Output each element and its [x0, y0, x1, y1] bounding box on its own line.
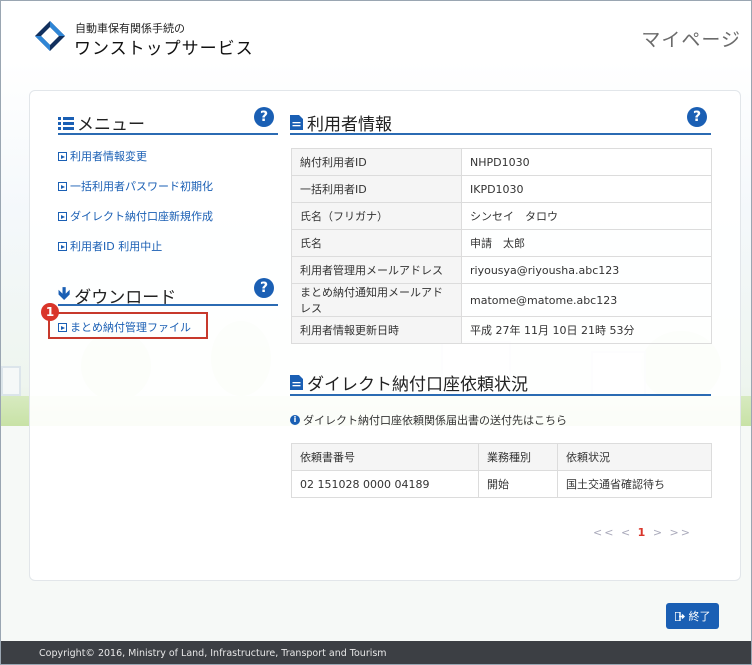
field-value: IKPD1030 — [461, 175, 712, 203]
pager-next[interactable]: > — [653, 526, 664, 539]
menu-item-label: ダイレクト納付口座新規作成 — [70, 210, 213, 223]
user-info-table: 納付利用者ID NHPD1030 一括利用者ID IKPD1030 氏名（フリガナ） シン… — [291, 148, 712, 344]
direct-status-table: 依頼書番号 業務種別 依頼状況 02 151028 0000 04189 開始 … — [291, 443, 712, 498]
table-row: 一括利用者ID IKPD1030 — [291, 175, 712, 203]
request-number-cell: 02 151028 0000 04189 — [291, 470, 479, 498]
direct-notice-link[interactable]: i ダイレクト納付口座依頼関係届出書の送付先はこちら — [290, 412, 567, 428]
request-status-cell: 国土交通省確認待ち — [557, 470, 712, 498]
pagination: << < 1 > >> — [593, 526, 692, 539]
direct-title: ダイレクト納付口座依頼状況 — [290, 370, 528, 395]
menu-item-direct-account-create[interactable]: ダイレクト納付口座新規作成 — [58, 208, 213, 224]
user-info-title-label: 利用者情報 — [307, 115, 392, 135]
column-header: 依頼状況 — [557, 443, 712, 471]
logo-icon — [35, 21, 65, 51]
exit-button[interactable]: 終了 — [666, 603, 719, 629]
column-header: 業務種別 — [478, 443, 558, 471]
menu-title: メニュー — [58, 110, 145, 135]
field-label: 一括利用者ID — [291, 175, 462, 203]
direct-divider — [290, 394, 711, 396]
user-info-help-icon[interactable]: ? — [687, 107, 707, 127]
field-value: 申請 太郎 — [461, 229, 712, 257]
menu-item-label: 利用者ID 利用中止 — [70, 240, 163, 253]
step-badge: 1 — [41, 303, 59, 321]
menu-help-icon[interactable]: ? — [254, 107, 274, 127]
column-header: 依頼書番号 — [291, 443, 479, 471]
direct-notice-text: ダイレクト納付口座依頼関係届出書の送付先はこちら — [303, 414, 567, 427]
field-label: 利用者管理用メールアドレス — [291, 256, 462, 284]
document-icon — [290, 375, 303, 390]
arrow-box-icon — [58, 211, 67, 221]
table-header-row: 依頼書番号 業務種別 依頼状況 — [291, 443, 712, 471]
menu-title-label: メニュー — [77, 115, 145, 135]
exit-icon — [674, 611, 685, 621]
field-value: riyousya@riyousha.abc123 — [461, 256, 712, 284]
direct-title-label: ダイレクト納付口座依頼状況 — [307, 375, 528, 395]
table-row: まとめ納付通知用メールアドレス matome@matome.abc123 — [291, 283, 712, 317]
pager-first[interactable]: << — [593, 526, 615, 539]
user-info-divider — [290, 133, 711, 135]
arrow-box-icon — [58, 241, 67, 251]
table-row: 納付利用者ID NHPD1030 — [291, 148, 712, 176]
menu-item-user-id-stop[interactable]: 利用者ID 利用中止 — [58, 238, 162, 254]
exit-button-label: 終了 — [688, 610, 711, 623]
pager-current[interactable]: 1 — [638, 526, 648, 539]
field-value: NHPD1030 — [461, 148, 712, 176]
footer-copyright: Copyright© 2016, Ministry of Land, Infra… — [1, 641, 751, 664]
window-frame: 自動車保有関係手続の ワンストップサービス マイページ メニュー ? 利用者情報… — [0, 0, 752, 665]
table-row: 02 151028 0000 04189 開始 国土交通省確認待ち — [291, 470, 712, 498]
field-value: matome@matome.abc123 — [461, 283, 712, 317]
table-row: 利用者管理用メールアドレス riyousya@riyousha.abc123 — [291, 256, 712, 284]
arrow-box-icon — [58, 151, 67, 161]
table-row: 氏名 申請 太郎 — [291, 229, 712, 257]
menu-divider — [58, 133, 278, 135]
download-help-icon[interactable]: ? — [254, 278, 274, 298]
pager-prev[interactable]: < — [621, 526, 632, 539]
user-info-title: 利用者情報 — [290, 110, 392, 135]
page-title: マイページ — [641, 29, 741, 51]
logo-title: ワンストップサービス — [74, 39, 254, 59]
highlight-box — [48, 312, 208, 339]
field-label: 利用者情報更新日時 — [291, 316, 462, 344]
field-label: 氏名（フリガナ） — [291, 202, 462, 230]
table-row: 氏名（フリガナ） シンセイ タロウ — [291, 202, 712, 230]
info-icon: i — [290, 415, 300, 425]
field-label: 納付利用者ID — [291, 148, 462, 176]
download-divider — [58, 304, 278, 306]
field-label: まとめ納付通知用メールアドレス — [291, 283, 462, 317]
menu-item-password-reset[interactable]: 一括利用者パスワード初期化 — [58, 178, 213, 194]
field-value: シンセイ タロウ — [461, 202, 712, 230]
business-type-cell: 開始 — [478, 470, 558, 498]
menu-item-label: 利用者情報変更 — [70, 150, 147, 163]
arrow-box-icon — [58, 181, 67, 191]
list-icon — [58, 116, 74, 130]
field-label: 氏名 — [291, 229, 462, 257]
menu-item-user-info-change[interactable]: 利用者情報変更 — [58, 148, 147, 164]
menu-item-label: 一括利用者パスワード初期化 — [70, 180, 213, 193]
table-row: 利用者情報更新日時 平成 27年 11月 10日 21時 53分 — [291, 316, 712, 344]
document-icon — [290, 115, 303, 130]
building-decoration — [1, 366, 21, 396]
field-value: 平成 27年 11月 10日 21時 53分 — [461, 316, 712, 344]
pager-last[interactable]: >> — [670, 526, 692, 539]
site-header: 自動車保有関係手続の ワンストップサービス マイページ — [1, 1, 751, 63]
